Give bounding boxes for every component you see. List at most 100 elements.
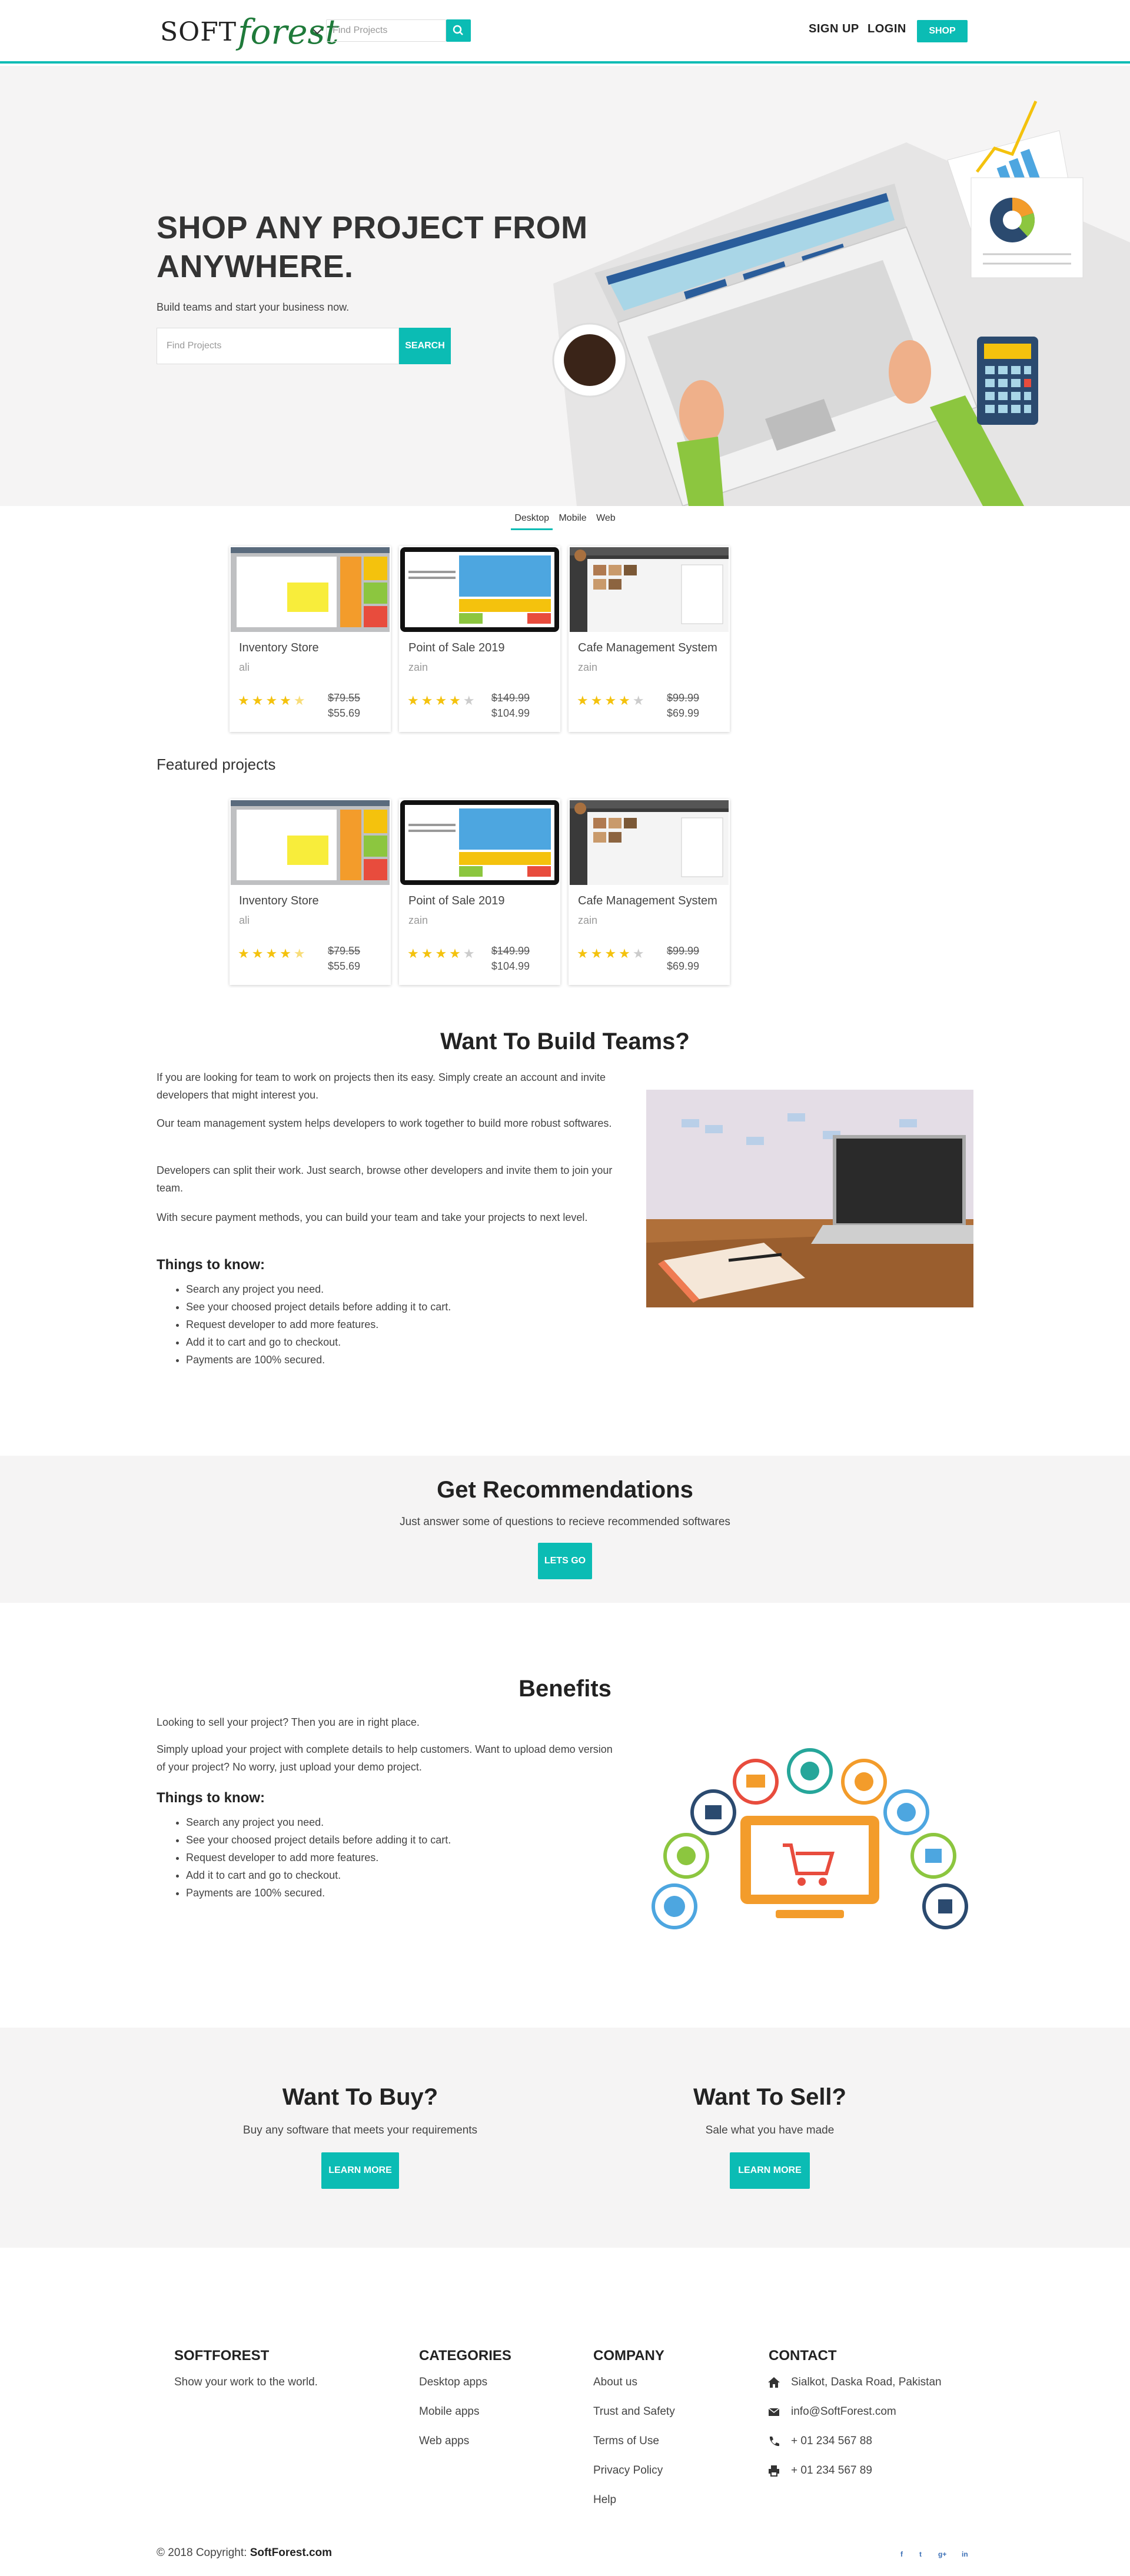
nav-search-button[interactable]: [446, 19, 471, 42]
things-list: Search any project you need. See your ch…: [186, 1280, 451, 1369]
things-heading: Things to know:: [157, 1790, 265, 1806]
rating-stars: ★★★★★: [577, 693, 647, 708]
footer-brand-text: Show your work to the world.: [174, 2376, 318, 2388]
buy-title: Want To Buy?: [282, 2084, 438, 2110]
footer-categories-title: CATEGORIES: [419, 2348, 511, 2364]
footer-company-title: COMPANY: [593, 2348, 664, 2364]
old-price: $149.99: [491, 945, 530, 957]
things-heading: Things to know:: [157, 1257, 265, 1273]
footer-link-trust[interactable]: Trust and Safety: [593, 2405, 675, 2418]
teams-paragraph: Developers can split their work. Just se…: [157, 1164, 613, 1194]
new-price: $69.99: [666, 707, 699, 719]
footer-contact-title: CONTACT: [769, 2348, 837, 2364]
category-tabs: Desktop Mobile Web: [0, 513, 1130, 537]
inventory-store-screenshot: [231, 547, 390, 632]
cafe-management-screenshot: [570, 800, 729, 885]
shop-button[interactable]: SHOP: [917, 20, 968, 42]
product-title[interactable]: Point of Sale 2019: [408, 641, 504, 655]
home-icon: [768, 2377, 780, 2388]
top-navbar: SOFT forest Find Projects SIGN UP LOGIN …: [0, 0, 1130, 64]
list-item: Request developer to add more features.: [186, 1316, 451, 1333]
old-price: $99.99: [666, 945, 699, 957]
new-price: $55.69: [327, 960, 360, 972]
laptop-desk-illustration: [552, 100, 1130, 506]
product-author: ali: [239, 914, 250, 926]
footer-link-desktop[interactable]: Desktop apps: [419, 2376, 487, 2389]
footer-link-mobile[interactable]: Mobile apps: [419, 2405, 479, 2418]
product-card[interactable]: Inventory Store ali ★★★★★ $79.55 $55.69: [230, 799, 391, 985]
product-card[interactable]: Cafe Management System zain ★★★★★ $99.99…: [569, 799, 730, 985]
buy-learn-more-button[interactable]: LEARN MORE: [321, 2152, 399, 2189]
sell-learn-more-button[interactable]: LEARN MORE: [730, 2152, 810, 2189]
teams-title: Want To Build Teams?: [440, 1029, 690, 1054]
inventory-store-screenshot: [231, 800, 390, 885]
product-card[interactable]: Point of Sale 2019 zain ★★★★★ $149.99 $1…: [399, 546, 560, 732]
signup-link[interactable]: SIGN UP: [809, 22, 859, 36]
product-title[interactable]: Cafe Management System: [578, 894, 717, 908]
rating-stars: ★★★★★: [238, 946, 308, 961]
product-card[interactable]: Point of Sale 2019 zain ★★★★★ $149.99 $1…: [399, 799, 560, 985]
things-list: Search any project you need. See your ch…: [186, 1813, 451, 1902]
footer-link-web[interactable]: Web apps: [419, 2435, 469, 2448]
featured-heading: Featured projects: [157, 756, 276, 773]
tab-web[interactable]: Web: [593, 513, 619, 528]
tab-desktop[interactable]: Desktop: [511, 513, 553, 530]
footer-phone[interactable]: + 01 234 567 88: [791, 2435, 872, 2448]
hero-subtitle: Build teams and start your business now.: [157, 301, 350, 313]
footer-link-about[interactable]: About us: [593, 2376, 637, 2389]
envelope-icon: [768, 2408, 780, 2416]
teams-paragraph: With secure payment methods, you can bui…: [157, 1212, 588, 1223]
ecommerce-icons-illustration: [646, 1733, 973, 1957]
hero-search-input[interactable]: Find Projects: [157, 328, 399, 364]
footer-link-help[interactable]: Help: [593, 2494, 616, 2507]
list-item: See your choosed project details before …: [186, 1298, 451, 1316]
copyright: © 2018 Copyright: SoftForest.com: [157, 2547, 333, 2559]
footer-fax: + 01 234 567 89: [791, 2464, 872, 2477]
product-title[interactable]: Inventory Store: [239, 894, 319, 908]
product-author: ali: [239, 661, 250, 673]
new-price: $104.99: [491, 707, 530, 719]
footer-link-privacy[interactable]: Privacy Policy: [593, 2464, 663, 2477]
twitter-icon[interactable]: t: [919, 2550, 922, 2558]
product-card[interactable]: Inventory Store ali ★★★★★ $79.55 $55.69: [230, 546, 391, 732]
product-title[interactable]: Cafe Management System: [578, 641, 717, 655]
benefits-paragraph: Simply upload your project with complete…: [157, 1743, 613, 1773]
list-item: See your choosed project details before …: [186, 1831, 451, 1849]
list-item: Payments are 100% secured.: [186, 1351, 451, 1369]
point-of-sale-screenshot: [400, 547, 559, 632]
linkedin-icon[interactable]: in: [962, 2550, 968, 2558]
sell-text: Sale what you have made: [705, 2124, 835, 2136]
list-item: Add it to cart and go to checkout.: [186, 1333, 451, 1351]
product-author: zain: [408, 661, 428, 673]
list-item: Add it to cart and go to checkout.: [186, 1866, 451, 1884]
copyright-site-link[interactable]: SoftForest.com: [250, 2547, 332, 2559]
rating-stars: ★★★★★: [407, 693, 477, 708]
login-link[interactable]: LOGIN: [868, 22, 906, 36]
buy-text: Buy any software that meets your require…: [242, 2124, 478, 2136]
facebook-icon[interactable]: f: [900, 2550, 903, 2558]
footer-email[interactable]: info@SoftForest.com: [791, 2405, 896, 2418]
old-price: $149.99: [491, 692, 530, 704]
old-price: $79.55: [327, 692, 360, 704]
nav-search-input[interactable]: Find Projects: [326, 19, 446, 42]
product-card[interactable]: Cafe Management System zain ★★★★★ $99.99…: [569, 546, 730, 732]
buy-sell-section: [0, 2028, 1130, 2248]
phone-icon: [769, 2437, 779, 2447]
recommend-title: Get Recommendations: [437, 1477, 693, 1503]
new-price: $55.69: [327, 707, 360, 719]
footer-brand-title: SOFTFOREST: [174, 2348, 270, 2364]
footer-link-terms[interactable]: Terms of Use: [593, 2435, 659, 2448]
chevron-down-icon[interactable]: [310, 24, 325, 39]
lets-go-button[interactable]: LETS GO: [538, 1543, 592, 1579]
product-title[interactable]: Point of Sale 2019: [408, 894, 504, 908]
hero-search-button[interactable]: SEARCH: [399, 328, 451, 364]
rating-stars: ★★★★★: [407, 946, 477, 961]
product-title[interactable]: Inventory Store: [239, 641, 319, 655]
tab-mobile[interactable]: Mobile: [555, 513, 590, 528]
new-price: $69.99: [666, 960, 699, 972]
footer-address: Sialkot, Daska Road, Pakistan: [791, 2376, 942, 2388]
benefits-paragraph: Looking to sell your project? Then you a…: [157, 1716, 420, 1728]
list-item: Request developer to add more features.: [186, 1849, 451, 1866]
google-plus-icon[interactable]: g+: [938, 2550, 946, 2558]
teams-paragraph: Our team management system helps develop…: [157, 1117, 612, 1129]
